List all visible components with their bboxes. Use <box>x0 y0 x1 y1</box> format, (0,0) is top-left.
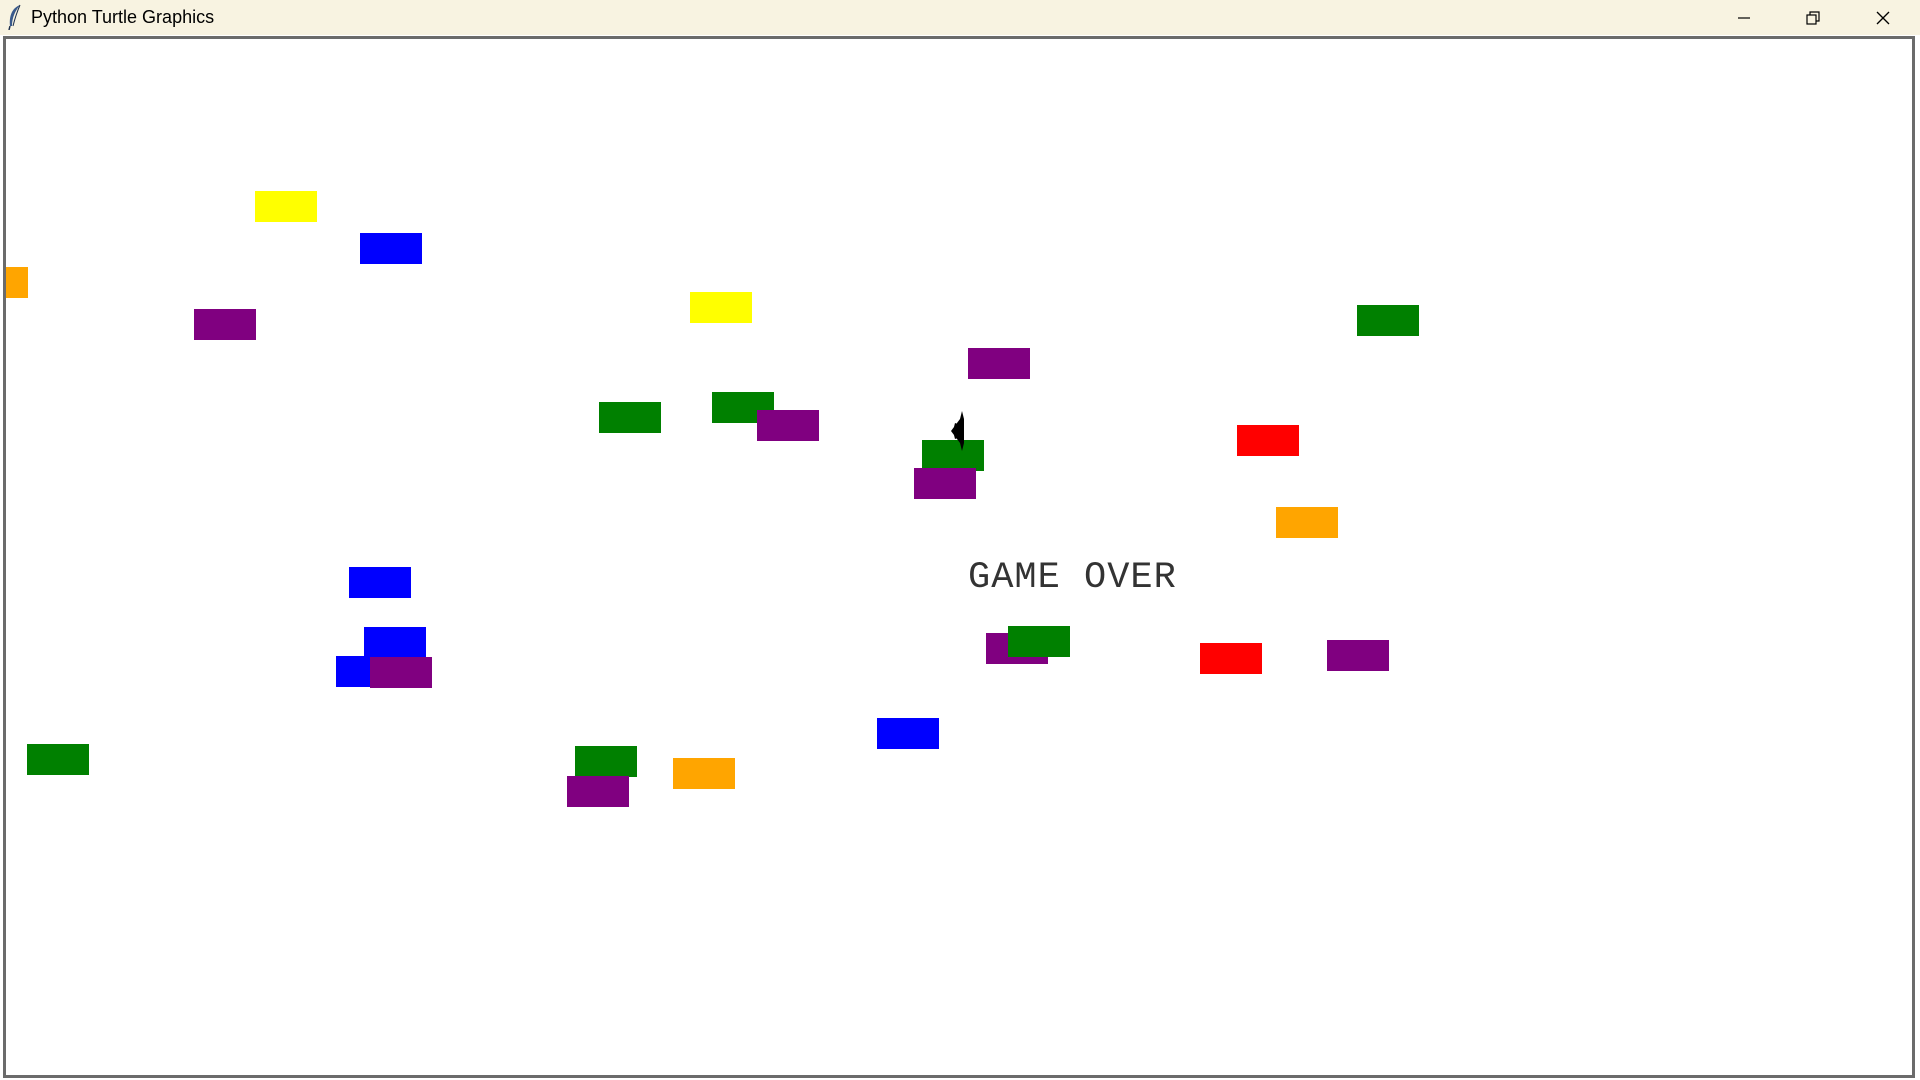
minimize-button[interactable] <box>1709 0 1779 35</box>
block-green <box>599 402 661 433</box>
feather-icon <box>8 4 21 30</box>
block-purple <box>567 776 629 807</box>
block-purple <box>914 468 976 499</box>
restore-button[interactable] <box>1778 0 1848 35</box>
title-bar[interactable]: Python Turtle Graphics <box>0 0 1920 35</box>
block-orange <box>6 267 28 298</box>
turtle-canvas[interactable]: GAME OVER <box>6 39 1912 1075</box>
block-purple <box>968 348 1030 379</box>
turtle-icon <box>951 411 964 451</box>
game-over-message: GAME OVER <box>968 557 1177 599</box>
block-red <box>1200 643 1262 674</box>
block-purple <box>1327 640 1389 671</box>
block-green <box>575 746 637 777</box>
block-blue <box>360 233 422 264</box>
block-orange <box>1276 507 1338 538</box>
block-green <box>27 744 89 775</box>
close-icon <box>1876 11 1890 24</box>
window-title: Python Turtle Graphics <box>31 7 215 27</box>
block-purple <box>757 410 819 441</box>
block-green <box>1008 626 1070 657</box>
block-red <box>1237 425 1299 456</box>
block-purple <box>194 309 256 340</box>
block-purple <box>370 657 432 688</box>
block-green <box>1357 305 1419 336</box>
block-blue <box>349 567 411 598</box>
turtle-window-frame: GAME OVER <box>3 36 1915 1078</box>
restore-icon <box>1806 10 1820 25</box>
minimize-icon <box>1738 16 1750 19</box>
block-yellow <box>690 292 752 323</box>
close-button[interactable] <box>1848 0 1918 35</box>
block-yellow <box>255 191 317 222</box>
block-blue <box>877 718 939 749</box>
block-orange <box>673 758 735 789</box>
block-blue <box>364 627 426 658</box>
